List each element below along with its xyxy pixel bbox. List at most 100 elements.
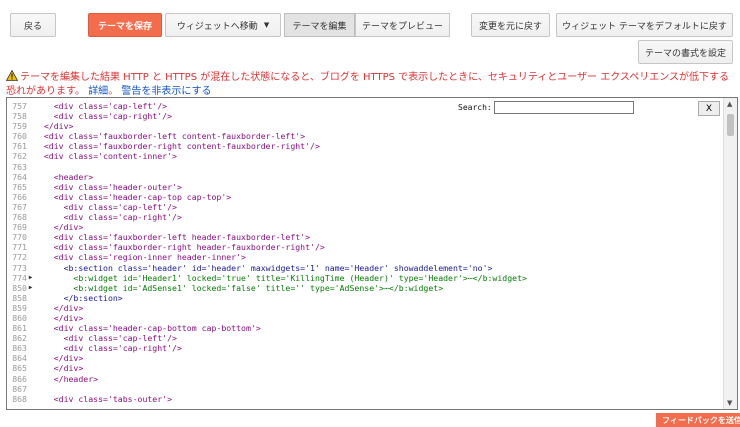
feedback-button[interactable]: フィードバックを送信 [656, 413, 740, 427]
tab-preview-theme[interactable]: テーマをプレビュー [355, 13, 450, 37]
code-text: <div class='tabs-outer'> [34, 393, 173, 404]
code-text: <div class='fauxborder-left content-faux… [34, 131, 306, 142]
code-line[interactable]: 771 <div class='fauxborder-right header-… [7, 242, 723, 252]
fold-marker-icon[interactable] [27, 172, 34, 182]
fold-marker-icon[interactable] [27, 212, 34, 222]
fold-marker-icon[interactable] [27, 162, 34, 172]
code-line[interactable]: 864 </div> [7, 353, 723, 363]
code-line[interactable]: 865 </div> [7, 363, 723, 373]
fold-marker-icon[interactable] [27, 263, 34, 273]
fold-marker-icon[interactable] [27, 293, 34, 303]
code-line[interactable]: 867 [7, 384, 723, 394]
line-number: 863 [12, 343, 27, 354]
fold-marker-icon[interactable] [27, 232, 34, 242]
line-number: 760 [12, 131, 27, 142]
code-line[interactable]: 759 </div> [7, 121, 723, 131]
details-link[interactable]: 詳細 [88, 86, 108, 97]
code-line[interactable]: 773 <b:section class='header' id='header… [7, 263, 723, 273]
tab-edit-theme[interactable]: テーマを編集 [284, 13, 355, 37]
fold-marker-icon[interactable] [27, 121, 34, 131]
jump-to-widget-dropdown[interactable]: ウィジェットへ移動 ▼ [165, 13, 281, 37]
code-text: <div class='cap-left'/> [34, 333, 177, 344]
scroll-thumb[interactable] [727, 114, 734, 136]
code-line[interactable]: 772 <div class='region-inner header-inne… [7, 252, 723, 262]
fold-marker-icon[interactable] [27, 111, 34, 121]
code-line[interactable]: 768 <div class='cap-right'/> [7, 212, 723, 222]
scroll-up-icon[interactable]: ▲ [727, 100, 732, 108]
fold-marker-icon[interactable] [27, 222, 34, 232]
code-line[interactable]: 762 <div class='content-inner'> [7, 151, 723, 161]
code-line[interactable]: 863 <div class='cap-right'/> [7, 343, 723, 353]
fold-marker-icon[interactable] [27, 131, 34, 141]
mixed-content-warning: テーマを編集した結果 HTTP と HTTPS が混在した状態になると、ブログを… [5, 69, 734, 99]
fold-marker-icon[interactable] [27, 101, 34, 111]
code-line[interactable]: 858 </b:section> [7, 293, 723, 303]
line-number: 864 [12, 353, 27, 364]
vertical-scrollbar[interactable]: ▲ ▼ [723, 98, 737, 409]
line-number: 763 [12, 161, 27, 172]
fold-marker-icon[interactable] [27, 242, 34, 252]
scroll-down-icon[interactable]: ▼ [727, 399, 732, 407]
line-number: 867 [12, 383, 27, 394]
fold-marker-icon[interactable] [27, 333, 34, 343]
fold-marker-icon[interactable] [27, 182, 34, 192]
line-number: 861 [12, 323, 27, 334]
code-editor[interactable]: 757 <div class='cap-left'/> 758 <div clas… [6, 97, 738, 410]
reset-widget-templates-button[interactable]: ウィジェット テーマをデフォルトに戻す [556, 13, 733, 37]
code-line[interactable]: 767 <div class='cap-left'/> [7, 202, 723, 212]
fold-marker-icon[interactable] [27, 151, 34, 161]
format-theme-button[interactable]: テーマの書式を設定 [638, 40, 733, 64]
code-line[interactable]: 761 <div class='fauxborder-right content… [7, 141, 723, 151]
fold-marker-icon[interactable] [27, 343, 34, 353]
line-number: 771 [12, 242, 27, 253]
close-search-button[interactable]: X [698, 101, 720, 116]
fold-marker-icon[interactable] [27, 303, 34, 313]
line-number: 773 [12, 262, 27, 273]
fold-marker-icon[interactable] [27, 202, 34, 212]
code-text: <div class='cap-right'/> [34, 212, 182, 223]
code-line[interactable]: 862 <div class='cap-left'/> [7, 333, 723, 343]
fold-marker-icon[interactable] [27, 394, 34, 404]
fold-marker-icon[interactable] [27, 374, 34, 384]
code-line[interactable]: 859 </div> [7, 303, 723, 313]
warning-icon [5, 69, 19, 81]
code-text: <div class='header-cap-top cap-top'> [34, 191, 232, 202]
fold-marker-icon[interactable]: ▶ [27, 273, 34, 283]
code-line[interactable]: 774 ▶ <b:widget id='Header1' locked='true… [7, 273, 723, 283]
fold-marker-icon[interactable] [27, 353, 34, 363]
code-line[interactable]: 760 <div class='fauxborder-left content-… [7, 131, 723, 141]
back-button[interactable]: 戻る [10, 13, 56, 37]
code-line[interactable]: 765 <div class='header-outer'> [7, 182, 723, 192]
fold-marker-icon[interactable] [27, 252, 34, 262]
fold-marker-icon[interactable] [27, 141, 34, 151]
code-line[interactable]: 850 ▶ <b:widget id='AdSense1' locked='fal… [7, 283, 723, 293]
fold-marker-icon[interactable] [27, 384, 34, 394]
code-area[interactable]: 757 <div class='cap-left'/> 758 <div clas… [7, 101, 723, 404]
fold-marker-icon[interactable]: ▶ [27, 283, 34, 293]
search-input[interactable] [494, 101, 634, 114]
code-line[interactable]: 770 <div class='fauxborder-left header-f… [7, 232, 723, 242]
fold-marker-icon[interactable] [27, 323, 34, 333]
code-line[interactable]: 763 [7, 162, 723, 172]
code-line[interactable]: 764 <header> [7, 172, 723, 182]
code-line[interactable]: 769 </div> [7, 222, 723, 232]
code-line[interactable]: 868 <div class='tabs-outer'> [7, 394, 723, 404]
line-number: 757 [12, 101, 27, 111]
code-text: </div> [34, 222, 84, 233]
line-number: 850 [12, 282, 27, 293]
fold-marker-icon[interactable] [27, 192, 34, 202]
code-line[interactable]: 866 </header> [7, 374, 723, 384]
code-text: </div> [34, 302, 84, 313]
line-number: 774 [12, 272, 27, 283]
code-line[interactable]: 860 </div> [7, 313, 723, 323]
line-number: 772 [12, 252, 27, 263]
save-theme-button[interactable]: テーマを保存 [88, 13, 162, 37]
code-line[interactable]: 861 <div class='header-cap-bottom cap-bo… [7, 323, 723, 333]
code-line[interactable]: 766 <div class='header-cap-top cap-top'> [7, 192, 723, 202]
fold-marker-icon[interactable] [27, 363, 34, 373]
hide-warning-link[interactable]: 警告を非表示にする [121, 86, 211, 97]
fold-marker-icon[interactable] [27, 313, 34, 323]
code-text: <div class='fauxborder-right content-fau… [34, 141, 320, 152]
revert-changes-button[interactable]: 変更を元に戻す [471, 13, 550, 37]
code-text: </div> [34, 353, 84, 364]
